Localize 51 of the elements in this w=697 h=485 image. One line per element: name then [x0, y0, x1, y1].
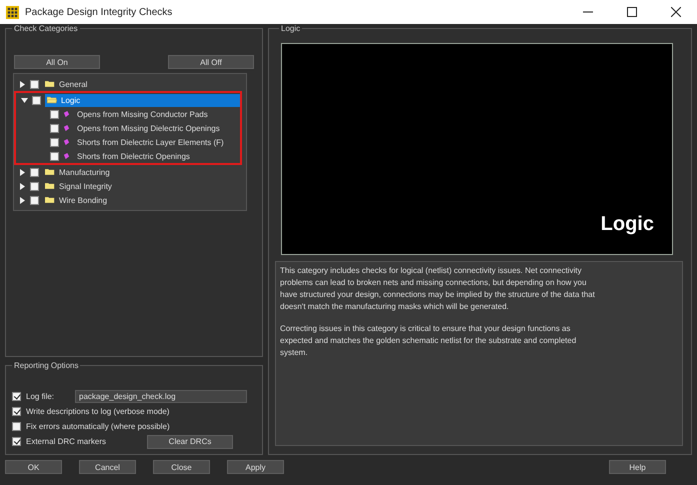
checkbox[interactable]	[12, 407, 21, 416]
checkbox[interactable]	[30, 196, 39, 204]
toggle-all-button[interactable]: All On	[14, 55, 100, 69]
tree-item[interactable]: Wire Bonding	[59, 194, 243, 206]
tree-item[interactable]: Shorts from Dielectric Layer Elements (F)	[77, 138, 224, 146]
panel-title: Logic	[280, 24, 302, 33]
checkbox[interactable]	[50, 110, 59, 118]
option-label: Write descriptions to log (verbose mode)	[26, 407, 170, 416]
checkbox[interactable]	[32, 96, 41, 104]
checkbox[interactable]	[12, 437, 21, 446]
checkbox[interactable]	[50, 124, 59, 132]
dialog-button[interactable]: Apply	[227, 460, 284, 474]
panel-title: Check Categories	[13, 24, 79, 33]
toggle-all-button[interactable]: All Off	[168, 55, 254, 69]
description-text: This category includes checks for logical (netlist) connectivity issues. Net connectivity problems can lead to broken nets and missing connections, but depending on how you have structured your design, connections may be implied by the structure of the data that doesn't match the manufacturing masks which will be generated.	[280, 265, 596, 313]
dialog-button[interactable]: Cancel	[79, 460, 136, 474]
dialog-button[interactable]: Close	[153, 460, 210, 474]
checkbox[interactable]	[30, 182, 39, 190]
expand-icon[interactable]	[19, 196, 26, 204]
checkbox[interactable]	[12, 392, 21, 401]
preview-label: Logic	[600, 213, 654, 236]
checkbox[interactable]	[12, 422, 21, 431]
collapse-icon[interactable]	[21, 96, 28, 104]
tree-item[interactable]: Opens from Missing Conductor Pads	[77, 110, 208, 118]
clear-drcs-button[interactable]: Clear DRCs	[147, 434, 234, 448]
maximize-icon[interactable]	[627, 7, 637, 17]
tree-item[interactable]: Shorts from Dielectric Openings	[77, 152, 190, 160]
expand-icon[interactable]	[19, 168, 26, 176]
help-button[interactable]: Help	[609, 460, 666, 474]
tree-item[interactable]: Manufacturing	[59, 166, 243, 178]
expand-icon[interactable]	[19, 182, 26, 190]
panel-title: Reporting Options	[13, 361, 80, 370]
option-label: Log file:	[26, 392, 56, 401]
option-label: Fix errors automatically (where possible)	[26, 422, 170, 431]
app-icon	[6, 6, 19, 18]
checkbox[interactable]	[50, 152, 59, 160]
log-file-field[interactable]: package_design_check.log	[75, 390, 247, 403]
tree-item[interactable]: Signal Integrity	[59, 180, 243, 192]
close-icon[interactable]	[671, 7, 681, 17]
folder-icon	[47, 96, 57, 104]
tree-item[interactable]: Opens from Missing Dielectric Openings	[77, 124, 220, 132]
checkbox[interactable]	[30, 80, 39, 88]
checkbox[interactable]	[30, 168, 39, 176]
folder-icon	[45, 80, 55, 88]
description-text: Correcting issues in this category is critical to ensure that your design functions as expected and matches the golden schematic netlist for the substrate and completed system.	[280, 323, 578, 359]
checkbox[interactable]	[50, 138, 59, 146]
dialog-button[interactable]: OK	[5, 460, 62, 474]
option-label: External DRC markers	[26, 437, 106, 446]
tree-item[interactable]: General	[59, 78, 243, 90]
window-title: Package Design Integrity Checks	[25, 6, 172, 18]
expand-icon[interactable]	[19, 80, 26, 88]
